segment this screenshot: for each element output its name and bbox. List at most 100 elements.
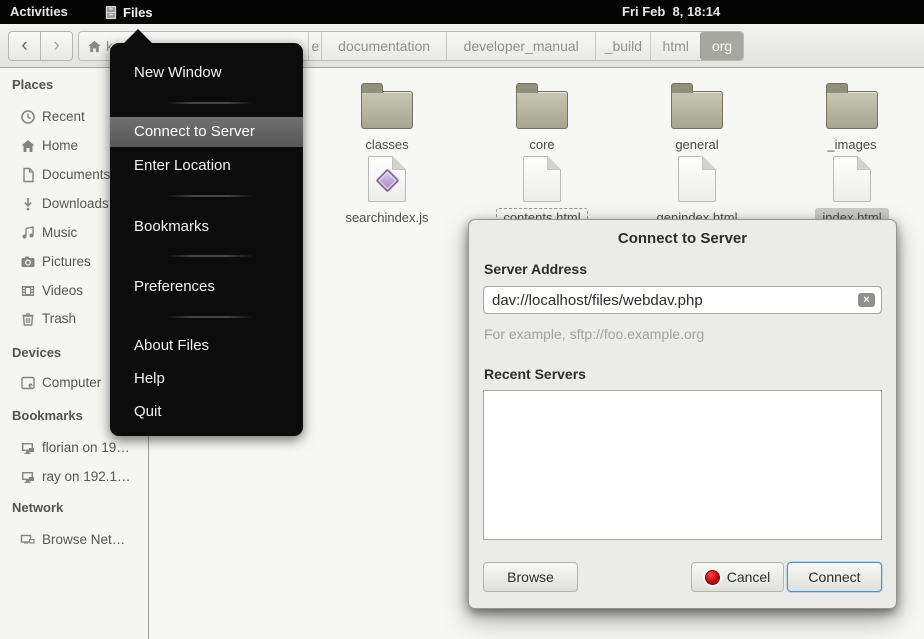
sidebar-item-browse-network[interactable]: Browse Net… — [0, 526, 148, 554]
sidebar-item-label: Home — [42, 132, 78, 160]
forward-button[interactable]: › — [40, 31, 73, 61]
cancel-button-label: Cancel — [727, 569, 771, 585]
breadcrumb-documentation[interactable]: documentation — [321, 32, 446, 60]
history-nav-group: ‹ › — [8, 31, 73, 61]
folder-item[interactable]: general — [632, 80, 762, 154]
sidebar-item-bookmark-ray[interactable]: ray on 192.1… — [0, 463, 148, 491]
top-bar: Activities Files Fri Feb 8, 18:14 — [0, 0, 924, 24]
sidebar-heading-network: Network — [12, 500, 63, 516]
menu-item-bookmarks[interactable]: Bookmarks — [110, 212, 303, 242]
screen: classes core general _images searchindex… — [0, 0, 924, 639]
files-app-icon — [103, 5, 118, 20]
network-browse-icon — [20, 532, 36, 548]
sidebar-heading-devices: Devices — [12, 345, 61, 361]
trash-icon — [20, 311, 36, 327]
camera-icon — [20, 254, 36, 270]
harddisk-icon — [20, 375, 36, 391]
menu-item-new-window[interactable]: New Window — [110, 58, 303, 88]
menu-separator — [167, 255, 253, 257]
file-item[interactable]: index.html — [787, 156, 917, 227]
app-menu-label: Files — [123, 5, 153, 20]
document-icon — [20, 167, 36, 183]
menu-separator — [167, 102, 253, 104]
sidebar-item-label: Recent — [42, 103, 85, 131]
menu-separator — [167, 316, 253, 318]
home-crumb-icon — [87, 39, 102, 54]
folder-item[interactable]: _images — [787, 80, 917, 154]
html-file-icon — [678, 156, 716, 202]
folder-label: classes — [358, 135, 415, 154]
sidebar-heading-places: Places — [12, 77, 53, 93]
breadcrumb-developer-manual[interactable]: developer_manual — [446, 32, 596, 60]
file-item[interactable]: genindex.html — [632, 156, 762, 227]
server-address-input[interactable] — [483, 286, 882, 314]
sidebar-item-label: Browse Net… — [42, 526, 125, 554]
back-icon: ‹ — [21, 35, 27, 57]
file-label: searchindex.js — [338, 208, 435, 227]
activities-button[interactable]: Activities — [10, 0, 68, 24]
sidebar-item-label: florian on 19… — [42, 434, 130, 462]
remote-server-icon — [20, 469, 36, 485]
app-menu-button[interactable]: Files — [103, 0, 153, 24]
folder-icon — [361, 91, 413, 129]
menu-item-help[interactable]: Help — [110, 364, 303, 394]
home-icon — [20, 138, 36, 154]
popover-arrow — [124, 29, 152, 43]
file-item[interactable]: contents.html — [477, 156, 607, 227]
cancel-button[interactable]: Cancel — [691, 562, 784, 592]
clock[interactable]: Fri Feb 8, 18:14 — [622, 0, 720, 24]
folder-icon — [516, 91, 568, 129]
sidebar-item-bookmark-florian[interactable]: florian on 19… — [0, 434, 148, 462]
menu-separator — [167, 195, 253, 197]
server-address-label: Server Address — [484, 261, 587, 277]
sidebar-item-label: Documents — [42, 161, 110, 189]
back-button[interactable]: ‹ — [8, 31, 41, 61]
folder-icon — [671, 91, 723, 129]
script-emblem-icon — [375, 168, 399, 192]
sidebar-item-label: Videos — [42, 277, 83, 305]
sidebar-heading-bookmarks: Bookmarks — [12, 408, 83, 424]
html-file-icon — [833, 156, 871, 202]
html-file-icon — [523, 156, 561, 202]
remote-server-icon — [20, 440, 36, 456]
sidebar-item-label: Downloads — [42, 190, 109, 218]
dialog-title: Connect to Server — [469, 230, 896, 247]
sidebar-item-label: Trash — [42, 305, 76, 333]
connect-button-label: Connect — [808, 569, 860, 585]
menu-item-about-files[interactable]: About Files — [110, 331, 303, 361]
folder-item[interactable]: core — [477, 80, 607, 154]
folder-label: _images — [820, 135, 883, 154]
stop-icon — [705, 570, 720, 585]
menu-item-quit[interactable]: Quit — [110, 397, 303, 427]
forward-icon: › — [53, 35, 59, 57]
connect-button[interactable]: Connect — [787, 562, 882, 592]
breadcrumb-org-active[interactable]: org — [700, 32, 743, 60]
server-address-hint: For example, sftp://foo.example.org — [484, 326, 704, 342]
clock-icon — [20, 109, 36, 125]
recent-servers-list[interactable] — [483, 390, 882, 540]
download-icon — [20, 196, 36, 212]
breadcrumb-html[interactable]: html — [650, 32, 700, 60]
browse-button[interactable]: Browse — [483, 562, 578, 592]
folder-label: core — [522, 135, 561, 154]
music-icon — [20, 225, 36, 241]
breadcrumb-clipped[interactable]: e — [308, 32, 321, 60]
menu-item-connect-to-server[interactable]: Connect to Server — [110, 117, 303, 147]
file-item[interactable]: searchindex.js — [322, 156, 452, 227]
clear-entry-icon[interactable]: × — [858, 293, 875, 307]
server-address-entry-wrap: × — [483, 286, 882, 314]
folder-label: general — [668, 135, 725, 154]
browse-button-label: Browse — [507, 569, 554, 585]
menu-item-enter-location[interactable]: Enter Location — [110, 151, 303, 181]
script-file-icon — [368, 156, 406, 202]
breadcrumb-build[interactable]: _build — [595, 32, 650, 60]
sidebar-item-label: ray on 192.1… — [42, 463, 131, 491]
folder-icon — [826, 91, 878, 129]
sidebar-item-label: Computer — [42, 369, 101, 397]
app-menu-popover: New Window Connect to Server Enter Locat… — [110, 43, 303, 436]
folder-item[interactable]: classes — [322, 80, 452, 154]
film-icon — [20, 283, 36, 299]
menu-item-preferences[interactable]: Preferences — [110, 272, 303, 302]
connect-to-server-dialog: Connect to Server Server Address × For e… — [468, 219, 897, 609]
sidebar-item-label: Music — [42, 219, 77, 247]
